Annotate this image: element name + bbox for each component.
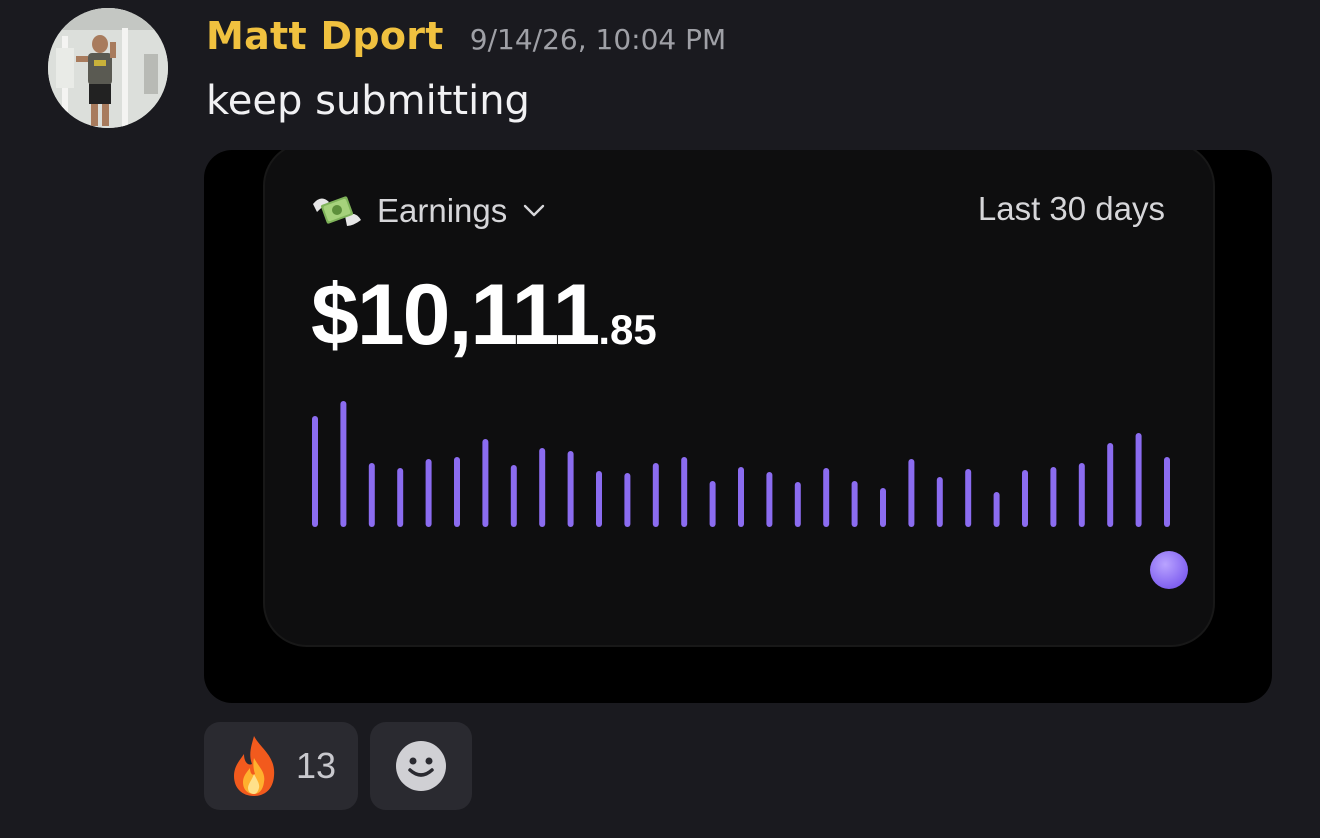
earnings-card: Earnings Last 30 days $10,111.85 <box>263 150 1215 647</box>
earnings-bar-chart <box>312 401 1188 589</box>
reactions-bar: 13 <box>204 722 472 810</box>
author-name[interactable]: Matt Dport <box>206 14 444 58</box>
reaction-count: 13 <box>295 745 336 786</box>
fire-icon <box>234 736 275 796</box>
reaction-fire[interactable]: 13 <box>204 722 358 810</box>
add-reaction-smiley-icon <box>396 741 446 791</box>
avatar[interactable] <box>48 8 168 128</box>
add-reaction-button[interactable] <box>370 722 472 810</box>
chart-selection-dot[interactable] <box>1150 551 1188 589</box>
message-text: keep submitting <box>206 78 530 124</box>
message-timestamp: 9/14/26, 10:04 PM <box>469 23 727 56</box>
image-attachment[interactable]: Earnings Last 30 days $10,111.85 <box>204 150 1272 703</box>
